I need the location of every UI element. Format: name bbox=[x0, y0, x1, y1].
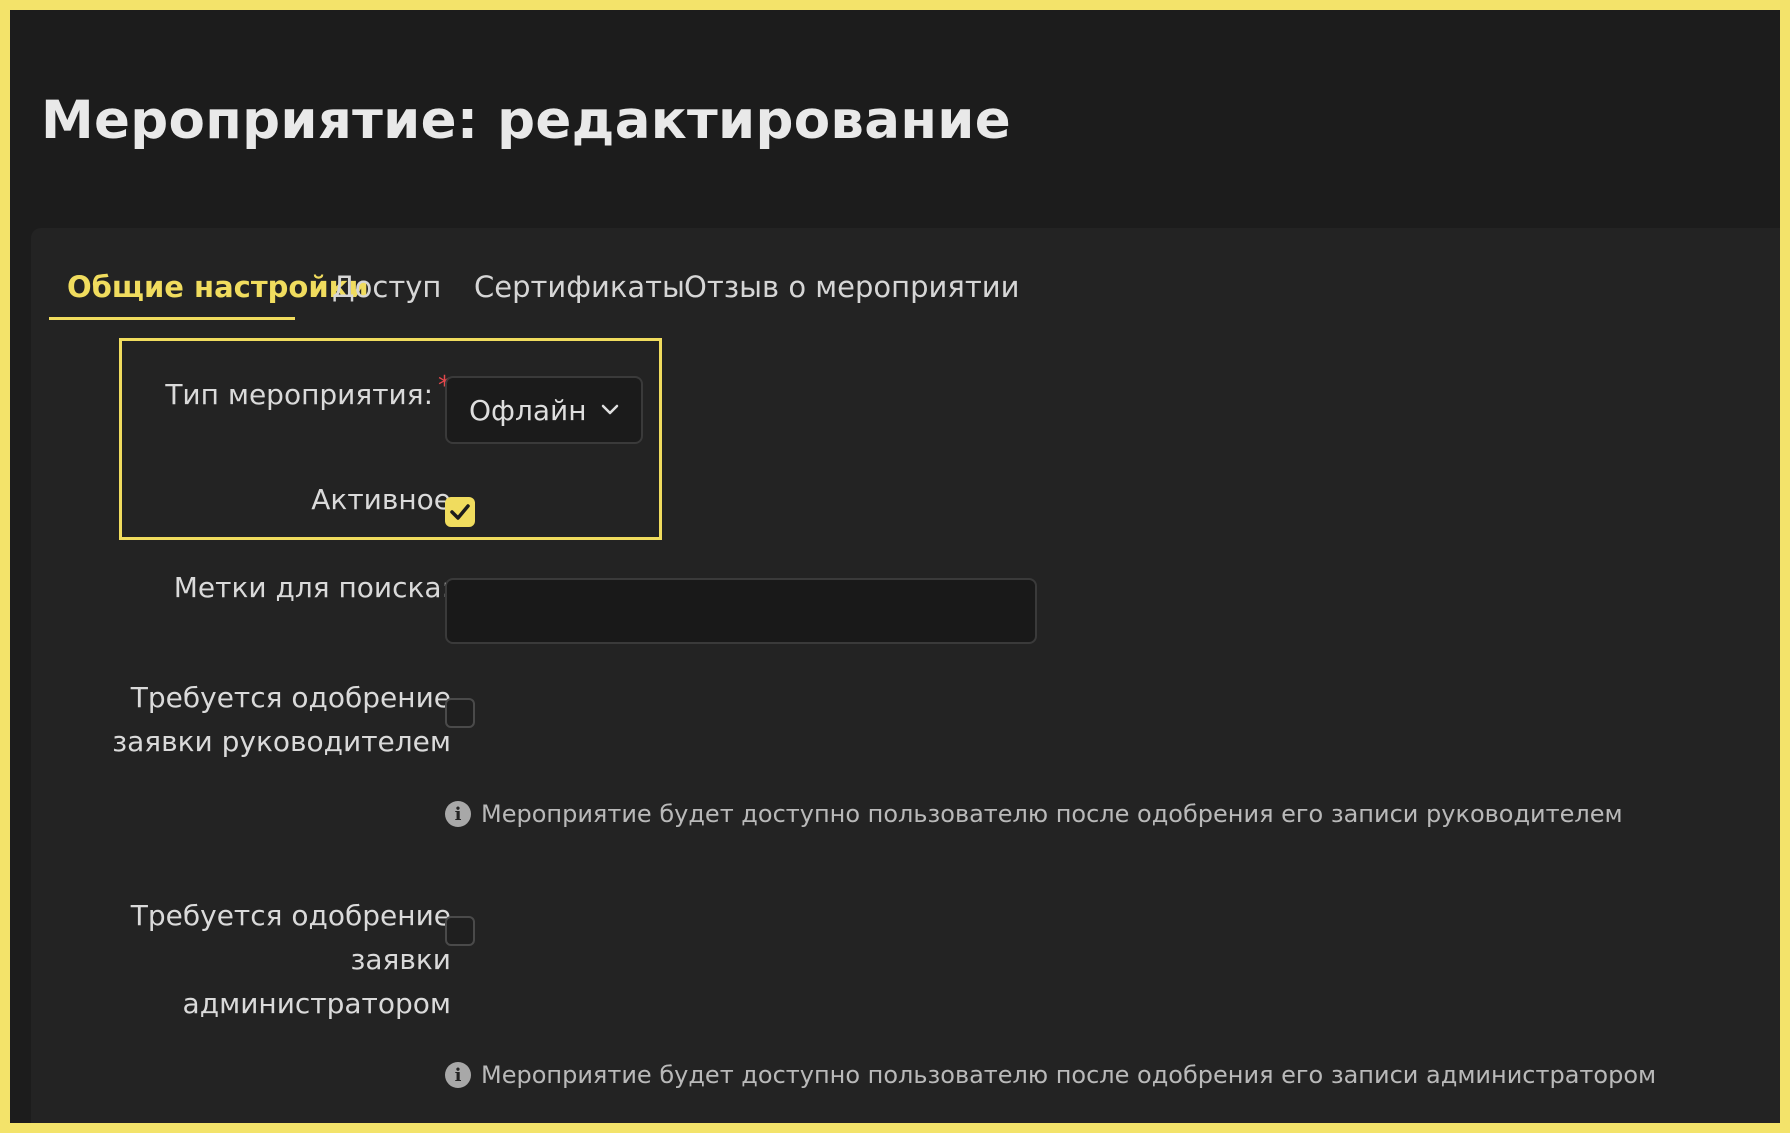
page-title: Мероприятие: редактирование bbox=[41, 90, 1011, 151]
manager-approval-label: Требуется одобрение заявки руководителем bbox=[112, 681, 451, 758]
event-type-value: Офлайн bbox=[469, 393, 587, 427]
active-tab-indicator bbox=[49, 317, 295, 320]
chevron-down-icon bbox=[601, 404, 619, 415]
info-icon: i bbox=[445, 801, 471, 827]
checkmark-icon bbox=[450, 504, 470, 520]
manager-approval-checkbox[interactable] bbox=[445, 698, 475, 728]
tab-event-feedback[interactable]: Отзыв о мероприятии bbox=[684, 270, 1019, 304]
active-label: Активное bbox=[311, 483, 451, 516]
event-type-select[interactable]: Офлайн bbox=[445, 376, 643, 444]
admin-approval-checkbox[interactable] bbox=[445, 916, 475, 946]
tab-access[interactable]: Доступ bbox=[332, 270, 441, 304]
search-tags-input[interactable] bbox=[445, 578, 1037, 644]
info-icon: i bbox=[445, 1062, 471, 1088]
tab-general-settings[interactable]: Общие настройки bbox=[67, 270, 369, 304]
app-window: Мероприятие: редактирование Общие настро… bbox=[10, 10, 1780, 1123]
manager-approval-hint: i Мероприятие будет доступно пользовател… bbox=[445, 800, 1623, 828]
edit-panel: Общие настройки Доступ Сертификаты Отзыв… bbox=[31, 228, 1780, 1123]
tab-certificates[interactable]: Сертификаты bbox=[474, 270, 685, 304]
search-tags-label: Метки для поиска: bbox=[173, 571, 451, 604]
admin-approval-label: Требуется одобрение заявки администратор… bbox=[130, 899, 451, 1020]
admin-approval-hint: i Мероприятие будет доступно пользовател… bbox=[445, 1061, 1656, 1089]
active-checkbox[interactable] bbox=[445, 497, 475, 527]
event-type-label: Тип мероприятия:* bbox=[165, 371, 451, 418]
